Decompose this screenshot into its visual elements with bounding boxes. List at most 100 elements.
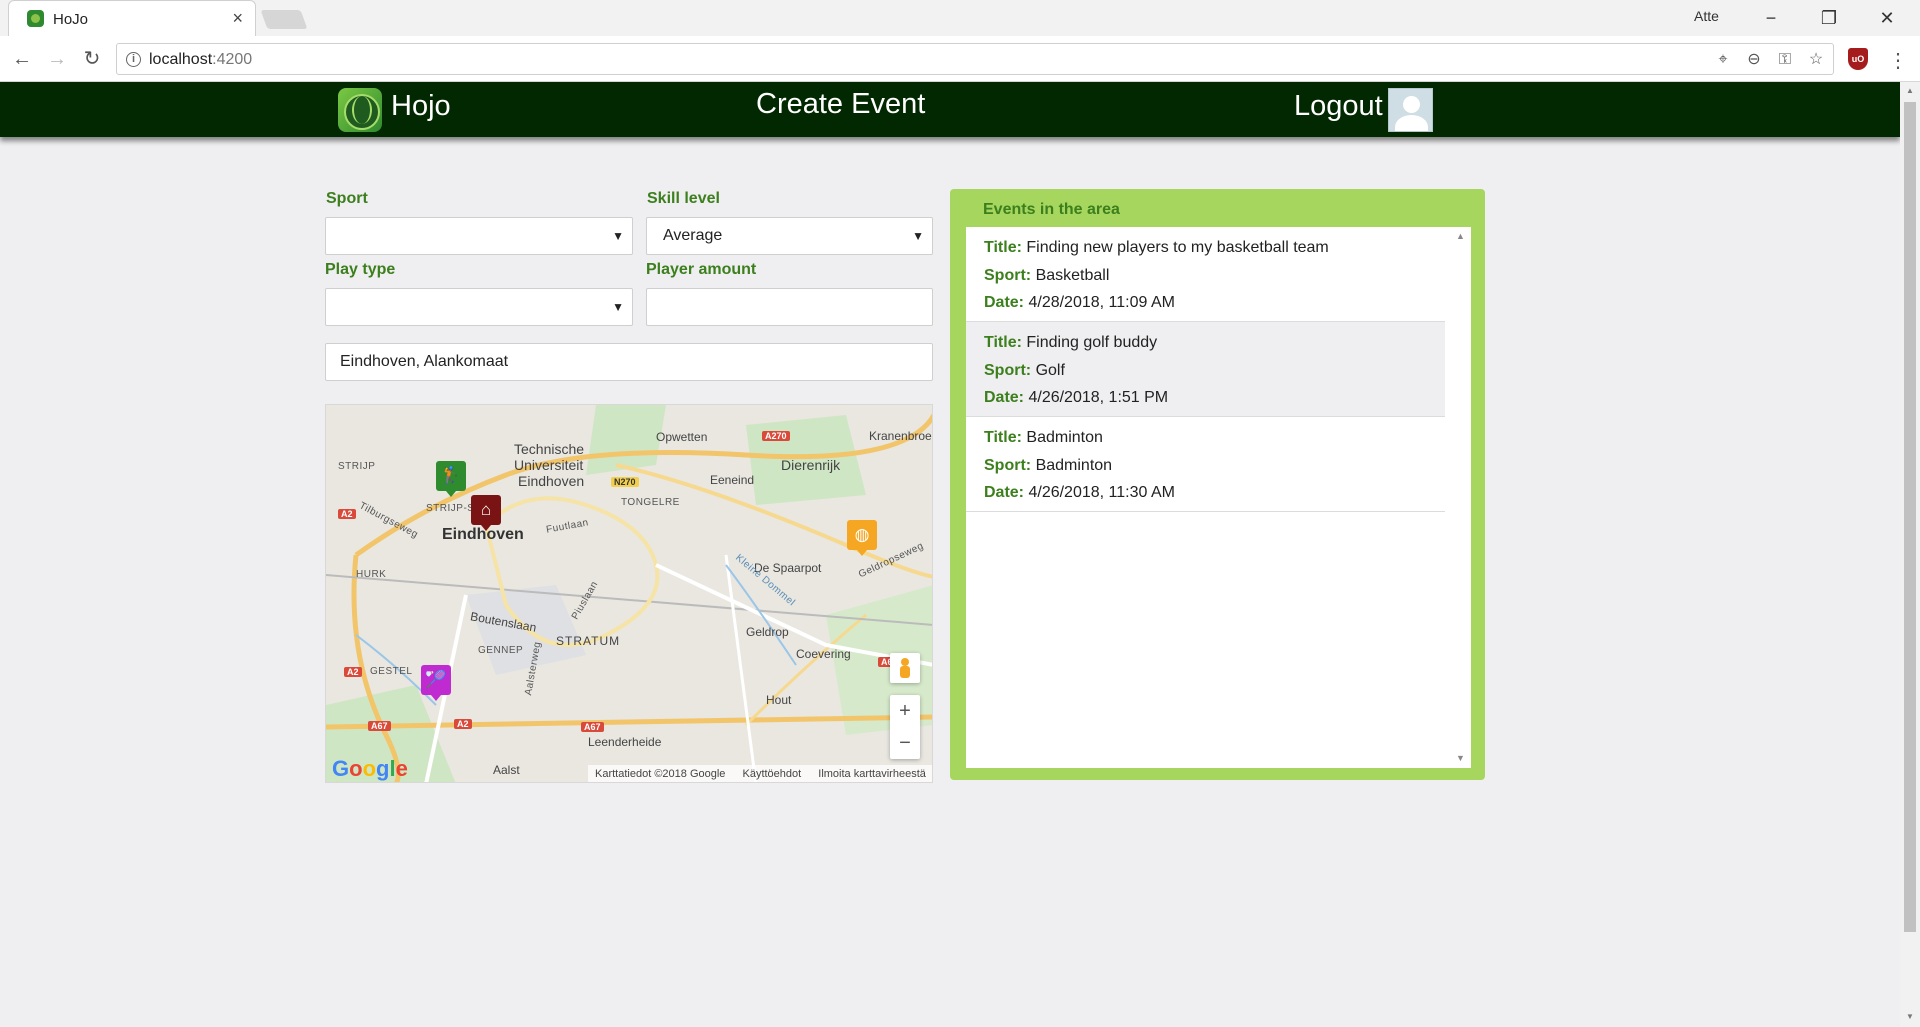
location-input[interactable]: Eindhoven, Alankomaat (325, 343, 933, 381)
road-shield-a2-bottom: A2 (454, 719, 472, 729)
sport-select[interactable]: ▼ (325, 217, 633, 255)
basketball-marker-icon[interactable]: ◍ (847, 520, 877, 556)
map-label-dierenrijk: Dierenrijk (781, 457, 841, 473)
map-label-tu: Technische (514, 441, 585, 457)
logout-link[interactable]: Logout (1294, 90, 1383, 123)
close-window-icon[interactable]: ✕ (1867, 4, 1907, 32)
scroll-up-icon[interactable]: ▲ (1456, 231, 1465, 241)
map-label-hurk: HURK (356, 569, 387, 580)
location-icon[interactable]: ⌖ (1713, 50, 1733, 70)
map-label-strijp: STRIJP (338, 461, 376, 472)
map-tiles (326, 405, 932, 782)
map-label-stratum: STRATUM (556, 634, 621, 648)
map-label-strijp-s: STRIJP-S (426, 503, 475, 514)
location-value: Eindhoven, Alankomaat (340, 353, 509, 370)
map-label-leenderheide: Leenderheide (588, 735, 662, 749)
map-label-gestel: GESTEL (370, 666, 413, 677)
map-label-eeneind: Eeneind (710, 473, 755, 487)
skill-level-value: Average (663, 227, 723, 244)
address-bar[interactable]: i localhost:4200 ⌖ ⊖ ⚿ ☆ (116, 43, 1834, 75)
browser-tabbar: HoJo × Atte − ❐ ✕ (0, 0, 1920, 36)
events-panel-title: Events in the area (983, 201, 1120, 218)
page-scrollbar[interactable]: ▲ ▼ (1900, 82, 1920, 1027)
event-date-line: Date: 4/26/2018, 11:30 AM (984, 484, 1175, 501)
event-sport-line: Sport: Basketball (984, 267, 1110, 284)
map-attribution: Karttatiedot ©2018 Google Käyttöehdot Il… (588, 765, 932, 782)
event-sport-line: Sport: Golf (984, 362, 1065, 379)
hojo-logo-icon[interactable] (338, 88, 382, 132)
player-amount-input[interactable] (646, 288, 933, 326)
event-item[interactable]: Title: Finding new players to my basketb… (966, 227, 1445, 322)
road-shield-a2-top: A2 (338, 509, 356, 519)
event-title-line: Title: Badminton (984, 429, 1103, 446)
minimize-icon[interactable]: − (1751, 4, 1791, 32)
google-logo-letter: e (395, 756, 408, 781)
road-shield-a67-left: A67 (368, 721, 391, 731)
scrollbar-thumb[interactable] (1904, 102, 1916, 932)
event-date-line: Date: 4/26/2018, 1:51 PM (984, 389, 1169, 406)
profile-name[interactable]: Atte (1694, 8, 1719, 24)
events-panel: Events in the area Title: Finding new pl… (950, 189, 1485, 780)
map-report-link[interactable]: Ilmoita karttavirheestä (818, 768, 926, 780)
map-label-tu2: Universiteit (514, 457, 584, 473)
sport-label: Sport (326, 190, 368, 207)
golf-marker-icon[interactable]: 🏌 (436, 461, 466, 497)
event-date-line: Date: 4/28/2018, 11:09 AM (984, 294, 1175, 311)
event-map[interactable]: Technische Universiteit Eindhoven Eindho… (325, 404, 933, 783)
street-view-pegman-icon[interactable] (890, 653, 920, 683)
event-item[interactable]: Title: Badminton Sport: Badminton Date: … (966, 417, 1445, 512)
app-header: Hojo Create Event Logout (0, 82, 1900, 137)
info-icon[interactable]: i (126, 52, 141, 67)
map-label-gennep: GENNEP (478, 645, 524, 656)
google-logo-letter: o (349, 756, 363, 781)
browser-tab[interactable]: HoJo × (8, 0, 256, 36)
chevron-down-icon: ▼ (612, 300, 624, 314)
bookmark-star-icon[interactable]: ☆ (1806, 50, 1826, 70)
google-logo[interactable]: Google (332, 756, 408, 782)
play-type-select[interactable]: ▼ (325, 288, 633, 326)
scroll-down-icon[interactable]: ▼ (1456, 753, 1465, 763)
map-terms-link[interactable]: Käyttöehdot (742, 768, 801, 780)
map-data-credit: Karttatiedot ©2018 Google (595, 768, 726, 780)
skill-level-select[interactable]: Average ▼ (646, 217, 933, 255)
ublock-extension-icon[interactable]: uO (1848, 48, 1868, 70)
back-icon[interactable]: ← (9, 46, 35, 72)
page-title: Create Event (756, 88, 926, 120)
avatar[interactable] (1388, 88, 1433, 132)
brand-name[interactable]: Hojo (391, 90, 451, 123)
map-label-aalst: Aalst (493, 763, 520, 777)
player-amount-label: Player amount (646, 261, 757, 278)
zoom-icon[interactable]: ⊖ (1744, 50, 1764, 70)
zoom-out-button[interactable]: − (890, 727, 920, 759)
new-tab-button[interactable] (260, 10, 308, 29)
key-icon[interactable]: ⚿ (1775, 50, 1795, 70)
badminton-marker-icon[interactable]: 🏸 (421, 665, 451, 701)
map-label-tongelre: TONGELRE (621, 497, 680, 508)
event-title-line: Title: Finding new players to my basketb… (984, 239, 1329, 256)
reload-icon[interactable]: ↻ (79, 46, 105, 72)
google-logo-letter: o (362, 756, 377, 781)
home-marker-icon[interactable]: ⌂ (471, 495, 501, 531)
zoom-in-button[interactable]: + (890, 695, 920, 727)
chevron-down-icon: ▼ (612, 229, 624, 243)
restore-icon[interactable]: ❐ (1809, 4, 1849, 32)
url-text[interactable]: localhost:4200 (149, 51, 252, 69)
scroll-up-icon[interactable]: ▲ (1906, 86, 1914, 95)
tab-close-icon[interactable]: × (232, 8, 243, 29)
map-zoom-control: + − (890, 695, 920, 759)
browser-menu-icon[interactable]: ⋮ (1888, 48, 1908, 73)
play-type-label: Play type (325, 261, 396, 278)
events-list[interactable]: Title: Finding new players to my basketb… (966, 227, 1471, 768)
map-label-tu3: Eindhoven (518, 473, 585, 489)
map-label-hout: Hout (766, 693, 792, 707)
scroll-down-icon[interactable]: ▼ (1906, 1012, 1914, 1021)
chevron-down-icon: ▼ (912, 229, 924, 243)
google-logo-letter: g (376, 756, 390, 781)
event-item[interactable]: Title: Finding golf buddy Sport: Golf Da… (966, 322, 1445, 417)
map-label-kranenbroek: Kranenbroek (869, 429, 933, 443)
browser-toolbar: ← → ↻ i localhost:4200 ⌖ ⊖ ⚿ ☆ uO ⋮ (0, 36, 1920, 82)
road-shield-a2-mid: A2 (344, 667, 362, 677)
forward-icon[interactable]: → (44, 46, 70, 72)
event-sport-line: Sport: Badminton (984, 457, 1113, 474)
map-label-geldrop: Geldrop (746, 625, 789, 639)
